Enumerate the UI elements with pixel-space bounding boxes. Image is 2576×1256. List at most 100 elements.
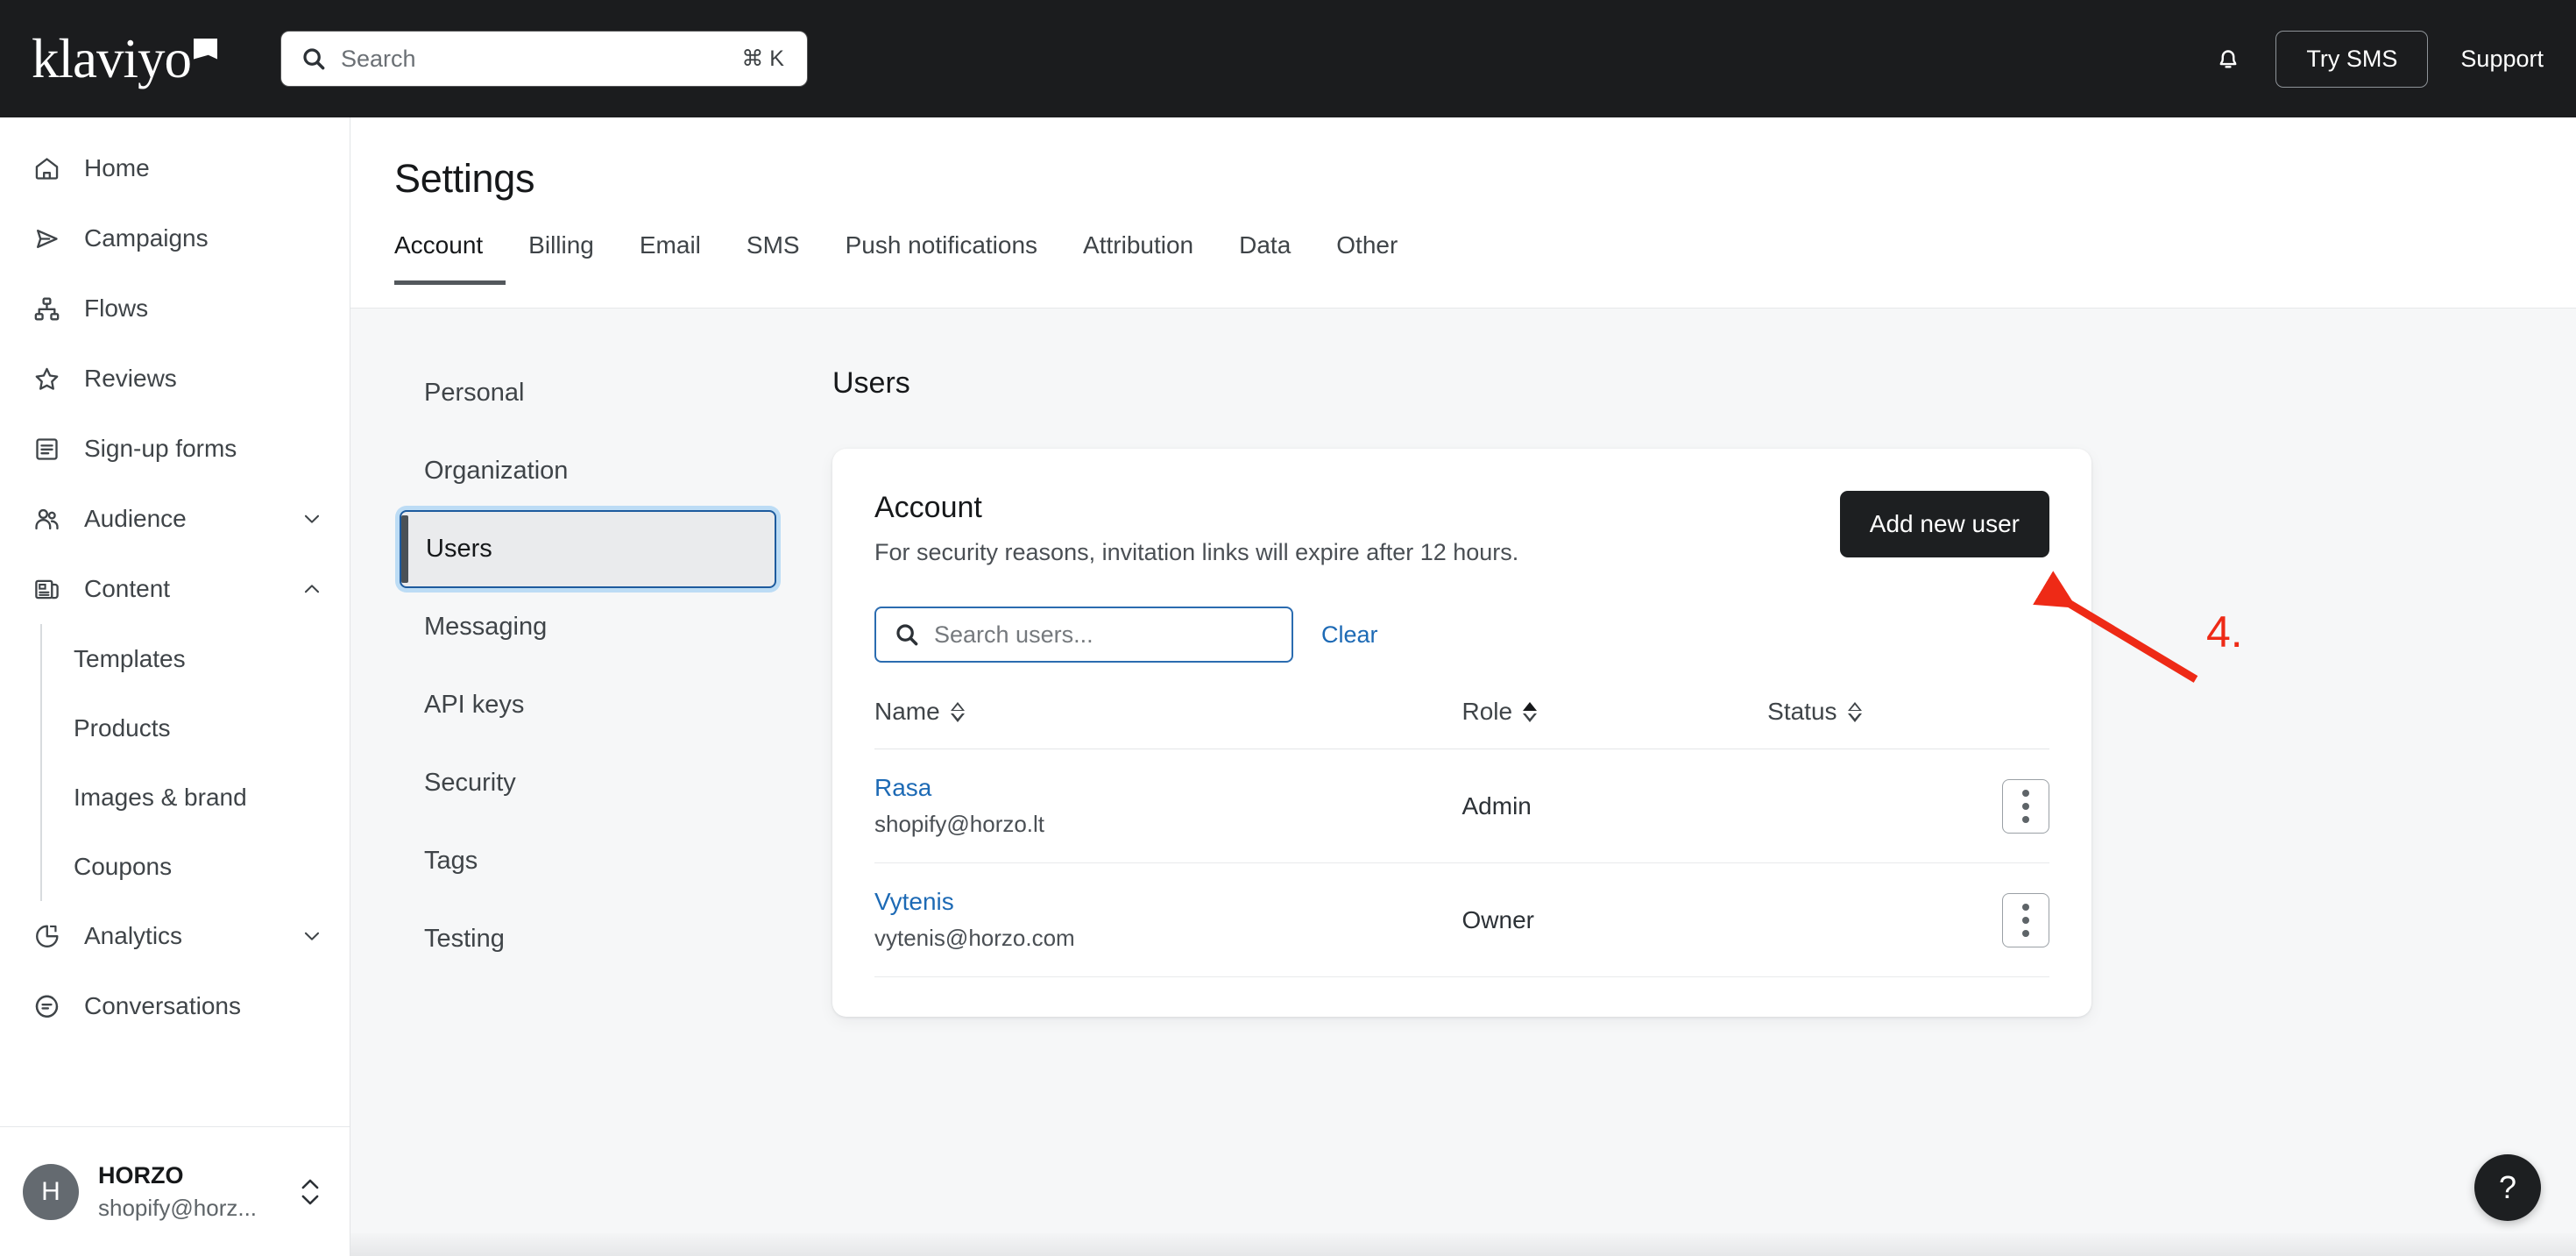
settings-nav-security[interactable]: Security [400, 744, 776, 822]
analytics-icon [28, 918, 65, 954]
sidebar-item-home[interactable]: Home [0, 133, 350, 203]
settings-nav-testing[interactable]: Testing [400, 900, 776, 978]
signup-forms-icon [28, 430, 65, 467]
campaigns-icon [28, 220, 65, 257]
sidebar-subitem-label: Products [74, 714, 171, 742]
users-table-head: Name Role Stat [874, 698, 2049, 749]
user-name-link[interactable]: Vytenis [874, 888, 1462, 916]
support-link[interactable]: Support [2460, 46, 2544, 73]
global-search-placeholder: Search [341, 46, 741, 73]
section-heading: Users [832, 366, 910, 401]
sidebar-item-analytics[interactable]: Analytics [0, 901, 350, 971]
help-button[interactable]: ? [2474, 1154, 2541, 1221]
cell-name: Vytenis vytenis@horzo.com [874, 863, 1462, 977]
search-users-placeholder: Search users... [934, 621, 1093, 649]
settings-sub-nav: Personal Organization Users Messaging AP… [400, 354, 776, 978]
page-title: Settings [394, 156, 2576, 202]
sidebar-item-conversations[interactable]: Conversations [0, 971, 350, 1041]
content-icon [28, 571, 65, 607]
sidebar-subitem-label: Coupons [74, 853, 172, 881]
card-header-text: Account For security reasons, invitation… [874, 491, 1840, 566]
search-icon [301, 46, 327, 72]
annotation-step-number: 4. [2206, 607, 2243, 657]
row-actions-menu-button[interactable] [2002, 893, 2049, 947]
cell-role: Admin [1462, 749, 1768, 863]
account-email: shopify@horz... [98, 1195, 257, 1222]
table-header-row: Name Role Stat [874, 698, 2049, 749]
settings-nav-users[interactable]: Users [400, 510, 776, 588]
cell-role: Owner [1462, 863, 1768, 977]
cell-status [1767, 863, 2049, 977]
search-shortcut-hint: ⌘ K [741, 46, 784, 72]
column-header-status: Status [1767, 698, 2049, 749]
sort-by-name[interactable]: Name [874, 698, 965, 726]
reviews-icon [28, 360, 65, 397]
top-navigation-bar: klaviyo Search ⌘ K Try SMS Support [0, 0, 2576, 117]
user-email: vytenis@horzo.com [874, 925, 1462, 952]
sidebar-subitem-coupons[interactable]: Coupons [42, 832, 350, 901]
sidebar-item-campaigns[interactable]: Campaigns [0, 203, 350, 273]
sidebar-item-flows[interactable]: Flows [0, 273, 350, 344]
chevron-up-icon[interactable] [301, 578, 323, 600]
global-search-input[interactable]: Search ⌘ K [281, 32, 807, 86]
page-header: Settings Account Billing Email SMS Push … [350, 117, 2576, 309]
settings-nav-tags[interactable]: Tags [400, 822, 776, 900]
card-header: Account For security reasons, invitation… [874, 491, 2049, 566]
sidebar-item-label: Conversations [84, 992, 241, 1020]
account-name: HORZO [98, 1162, 257, 1189]
table-row: Rasa shopify@horzo.lt Admin [874, 749, 2049, 863]
sort-by-status[interactable]: Status [1767, 698, 1861, 726]
sidebar-item-audience[interactable]: Audience [0, 484, 350, 554]
cell-name: Rasa shopify@horzo.lt [874, 749, 1462, 863]
logo-wordmark: klaviyo [32, 32, 191, 87]
settings-nav-messaging[interactable]: Messaging [400, 588, 776, 666]
user-search-row: Search users... Clear [874, 607, 2049, 663]
logo-flag-icon [194, 39, 217, 60]
tab-attribution[interactable]: Attribution [1060, 231, 1216, 285]
sidebar-subitem-images-brand[interactable]: Images & brand [42, 763, 350, 832]
sidebar-item-signup-forms[interactable]: Sign-up forms [0, 414, 350, 484]
column-label: Name [874, 698, 940, 726]
try-sms-button[interactable]: Try SMS [2275, 31, 2428, 88]
users-table-body: Rasa shopify@horzo.lt Admin Vytenis vyte… [874, 749, 2049, 977]
cell-status [1767, 749, 2049, 863]
flows-icon [28, 290, 65, 327]
settings-nav-personal[interactable]: Personal [400, 354, 776, 432]
tab-account[interactable]: Account [394, 231, 506, 285]
sidebar-subitem-products[interactable]: Products [42, 693, 350, 763]
table-row: Vytenis vytenis@horzo.com Owner [874, 863, 2049, 977]
sidebar-subitem-templates[interactable]: Templates [42, 624, 350, 693]
sidebar-subitem-label: Images & brand [74, 784, 247, 812]
sort-icon [1848, 702, 1862, 722]
tab-data[interactable]: Data [1216, 231, 1313, 285]
settings-nav-api-keys[interactable]: API keys [400, 666, 776, 744]
chevron-down-icon[interactable] [301, 925, 323, 947]
column-header-name: Name [874, 698, 1462, 749]
tab-sms[interactable]: SMS [724, 231, 823, 285]
sort-by-role[interactable]: Role [1462, 698, 1538, 726]
top-bar-actions: Try SMS Support [2213, 31, 2544, 88]
user-name-link[interactable]: Rasa [874, 774, 1462, 802]
chevron-up-down-icon[interactable] [295, 1172, 325, 1212]
column-label: Status [1767, 698, 1836, 726]
clear-search-link[interactable]: Clear [1321, 621, 1378, 649]
account-switcher[interactable]: H HORZO shopify@horz... [0, 1126, 350, 1256]
column-label: Role [1462, 698, 1513, 726]
notifications-bell-icon[interactable] [2213, 44, 2243, 74]
account-info: HORZO shopify@horz... [98, 1162, 257, 1222]
tab-email[interactable]: Email [617, 231, 724, 285]
tab-other[interactable]: Other [1313, 231, 1420, 285]
tab-push-notifications[interactable]: Push notifications [823, 231, 1060, 285]
row-actions-menu-button[interactable] [2002, 779, 2049, 834]
tab-billing[interactable]: Billing [506, 231, 617, 285]
sidebar-item-content[interactable]: Content [0, 554, 350, 624]
horizontal-scrollbar[interactable] [350, 1233, 2576, 1256]
klaviyo-logo[interactable]: klaviyo [32, 32, 217, 87]
chevron-down-icon[interactable] [301, 507, 323, 530]
user-role: Admin [1462, 792, 1532, 820]
avatar: H [23, 1164, 79, 1220]
settings-nav-organization[interactable]: Organization [400, 432, 776, 510]
sidebar-item-reviews[interactable]: Reviews [0, 344, 350, 414]
search-users-input[interactable]: Search users... [874, 607, 1293, 663]
add-new-user-button[interactable]: Add new user [1840, 491, 2049, 557]
